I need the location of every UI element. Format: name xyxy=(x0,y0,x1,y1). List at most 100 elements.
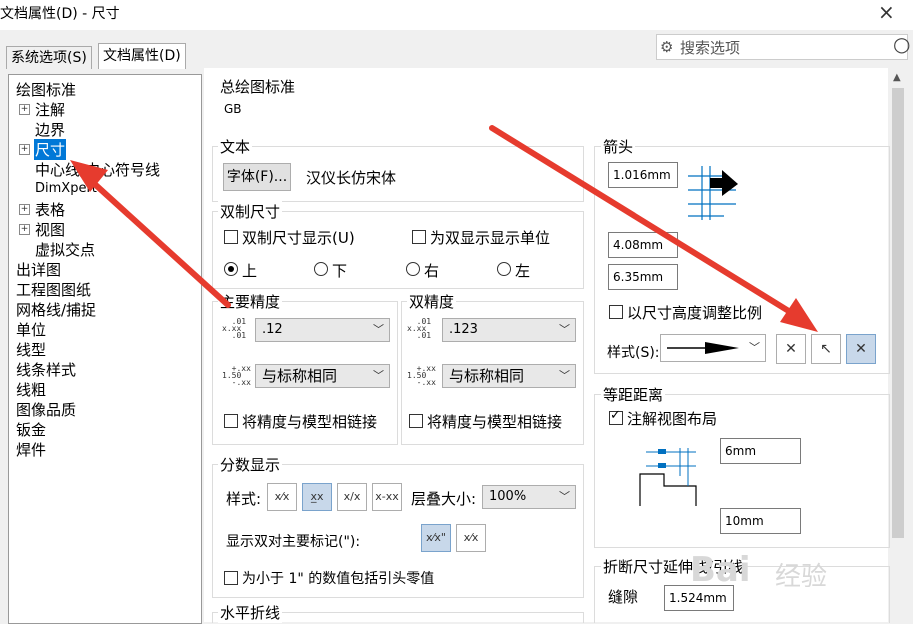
radio-top[interactable] xyxy=(224,262,238,276)
radio-bottom-label: 下 xyxy=(332,262,348,280)
fraction-style-diagonal-button[interactable]: x/x xyxy=(337,483,367,511)
close-icon[interactable]: × xyxy=(878,0,895,24)
offset-2-input[interactable]: 10mm xyxy=(720,508,801,534)
primary-tolerance-select[interactable]: 与标称相同 ﹀ xyxy=(255,364,390,388)
arrows-title: 箭头 xyxy=(601,136,636,157)
watermark-logo: Bai xyxy=(690,550,751,590)
gear-icon[interactable]: ⚙ xyxy=(660,38,673,56)
arrow-size-1-input[interactable]: 1.016mm xyxy=(608,162,678,188)
tree-item-dimensions[interactable]: 尺寸 xyxy=(34,139,67,160)
fraction-style-stacked-button[interactable]: x̲x xyxy=(302,483,332,511)
chevron-down-icon: ﹀ xyxy=(749,341,760,354)
tree-item-centerlines[interactable]: 中心线/中心符号线 xyxy=(35,159,160,180)
dual-display-checkbox[interactable] xyxy=(224,230,238,244)
fraction-title: 分数显示 xyxy=(218,454,283,475)
chevron-down-icon: ﹀ xyxy=(559,369,570,382)
double-prime-on-button[interactable]: x⁄x" xyxy=(421,524,451,552)
dual-link-checkbox[interactable] xyxy=(409,414,423,428)
fraction-style-label: 样式: xyxy=(226,490,262,508)
dual-link-label: 将精度与模型相链接 xyxy=(427,413,563,431)
tolerance-precision-icon: +.xx 1.50 -.xx xyxy=(222,364,251,387)
scroll-up-icon[interactable]: ▲ xyxy=(893,72,901,83)
dual-tolerance-value: 与标称相同 xyxy=(449,367,525,385)
text-group-title: 文本 xyxy=(218,136,253,157)
arrow-smart-button[interactable]: ✕ xyxy=(846,334,876,364)
radio-left[interactable] xyxy=(497,262,511,276)
tree-item-image-quality[interactable]: 图像品质 xyxy=(16,399,76,420)
primary-tolerance-value: 与标称相同 xyxy=(262,367,338,385)
double-prime-off-button[interactable]: x⁄x xyxy=(456,524,486,552)
window-title: 文档属性(D) - 尺寸 xyxy=(0,6,120,22)
expand-icon[interactable]: + xyxy=(19,204,30,215)
tree-item-weldments[interactable]: 焊件 xyxy=(16,439,46,460)
expand-icon[interactable]: + xyxy=(19,144,30,155)
overall-standard-title: 总绘图标准 xyxy=(218,76,298,97)
scrollbar-thumb[interactable] xyxy=(892,88,904,538)
precision-icon: .01 x.xx .01 xyxy=(222,317,247,340)
chevron-down-icon: ﹀ xyxy=(559,323,570,336)
radio-bottom[interactable] xyxy=(314,262,328,276)
tab-system-options[interactable]: 系统选项(S) xyxy=(6,46,92,69)
tree-item-views[interactable]: 视图 xyxy=(35,219,65,240)
fraction-style-none-button[interactable]: x⁄x xyxy=(267,483,297,511)
dual-precision-title: 双精度 xyxy=(407,291,457,312)
primary-link-label: 将精度与模型相链接 xyxy=(242,413,378,431)
dual-precision-value: .123 xyxy=(449,322,478,337)
tolerance-precision-icon: +.xx 1.50 -.xx xyxy=(407,364,436,387)
layout-label: 注解视图布局 xyxy=(627,410,718,428)
arrow-size-2-input[interactable]: 4.08mm xyxy=(608,232,678,258)
tree-item-line-font[interactable]: 线型 xyxy=(16,339,46,360)
scale-label: 以尺寸高度调整比例 xyxy=(627,304,763,322)
dual-dimensions-title: 双制尺寸 xyxy=(218,201,283,222)
tree-item-units[interactable]: 单位 xyxy=(16,319,46,340)
stack-size-label: 层叠大小: xyxy=(411,490,477,508)
search-placeholder: 搜索选项 xyxy=(680,39,741,57)
radio-top-label: 上 xyxy=(242,262,258,280)
tree-item-line-thickness[interactable]: 线粗 xyxy=(16,379,46,400)
arrow-size-3-input[interactable]: 6.35mm xyxy=(608,264,678,290)
leading-zero-checkbox[interactable] xyxy=(224,571,238,585)
dual-units-label: 为双显示显示单位 xyxy=(430,229,551,247)
tree-item-annotations[interactable]: 注解 xyxy=(35,99,65,120)
tree-item-dimxpert[interactable]: DimXpert xyxy=(35,181,97,196)
layout-checkbox[interactable]: ✓ xyxy=(609,408,623,425)
radio-right[interactable] xyxy=(406,262,420,276)
arrow-dimension-diagram xyxy=(688,166,738,220)
arrow-inside-button[interactable]: ↖ xyxy=(811,334,841,364)
tree-item-virtual-sharps[interactable]: 虚拟交点 xyxy=(35,239,95,260)
chevron-down-icon: ﹀ xyxy=(373,369,384,382)
offset-diagram xyxy=(639,448,697,506)
offset-title: 等距距离 xyxy=(601,384,666,405)
primary-link-checkbox[interactable] xyxy=(224,414,238,428)
tree-item-sheet-metal[interactable]: 钣金 xyxy=(16,419,46,440)
arrow-style-select[interactable]: ﹀ xyxy=(660,334,766,362)
offset-1-input[interactable]: 6mm xyxy=(720,438,801,464)
dual-display-label: 双制尺寸显示(U) xyxy=(242,229,355,247)
tree-item-grid-snap[interactable]: 网格线/捕捉 xyxy=(16,299,96,320)
dual-precision-select[interactable]: .123 ﹀ xyxy=(442,318,576,342)
primary-precision-select[interactable]: .12 ﹀ xyxy=(255,318,390,342)
expand-icon[interactable]: + xyxy=(19,104,30,115)
tree-item-detailing[interactable]: 出详图 xyxy=(16,259,61,280)
tree-item-drafting-standard[interactable]: 绘图标准 xyxy=(16,79,76,100)
tab-document-properties[interactable]: 文档属性(D) xyxy=(98,43,186,69)
primary-precision-value: .12 xyxy=(262,322,283,337)
arrow-outside-button[interactable]: ✕ xyxy=(776,334,806,364)
gap-label: 缝隙 xyxy=(608,588,639,606)
scale-checkbox[interactable] xyxy=(609,305,623,319)
font-button[interactable]: 字体(F)... xyxy=(223,163,291,191)
tree-item-drawing-sheets[interactable]: 工程图图纸 xyxy=(16,279,91,300)
double-prime-label: 显示双对主要标记("): xyxy=(226,534,361,550)
dual-units-checkbox[interactable] xyxy=(412,230,426,244)
tree-item-line-style[interactable]: 线条样式 xyxy=(16,359,76,380)
tree-item-borders[interactable]: 边界 xyxy=(35,119,65,140)
radio-right-label: 右 xyxy=(424,262,440,280)
search-icon[interactable]: ○ xyxy=(893,32,910,56)
expand-icon[interactable]: + xyxy=(19,224,30,235)
fraction-style-linear-button[interactable]: x-xx xyxy=(372,483,402,511)
stack-size-select[interactable]: 100% ﹀ xyxy=(482,485,576,509)
tree-item-tables[interactable]: 表格 xyxy=(35,199,65,220)
precision-icon: .01 x.xx .01 xyxy=(407,317,432,340)
font-name: 汉仪长仿宋体 xyxy=(306,169,397,187)
dual-tolerance-select[interactable]: 与标称相同 ﹀ xyxy=(442,364,576,388)
